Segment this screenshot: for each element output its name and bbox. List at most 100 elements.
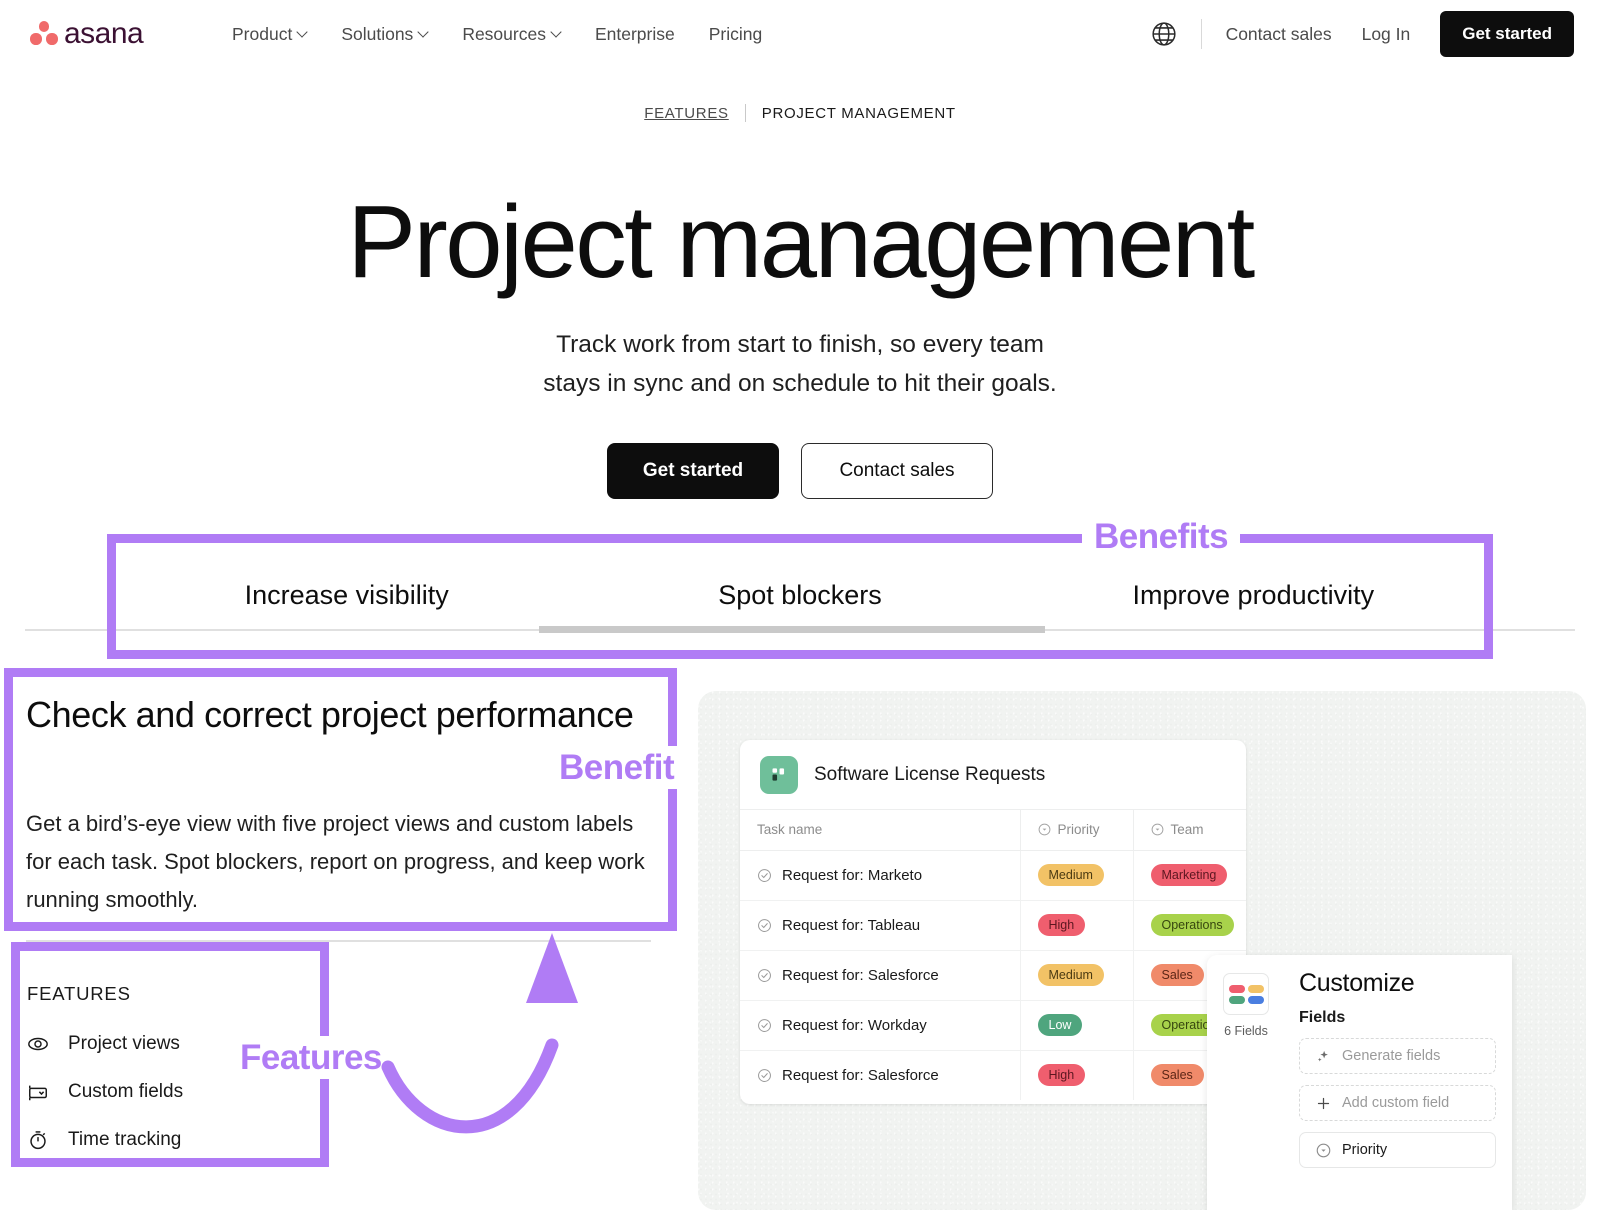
priority-badge: Medium	[1037, 864, 1104, 886]
column-label: Priority	[1057, 822, 1100, 838]
nav-item-product[interactable]: Product	[232, 24, 307, 45]
task-name: Request for: Salesforce	[782, 966, 939, 984]
feature-label: Project views	[68, 1033, 180, 1054]
table-row[interactable]: Request for: Salesforce Medium Sales	[740, 950, 1246, 1001]
nav-item-pricing-label: Pricing	[708, 23, 763, 44]
team-cell[interactable]: Marketing	[1133, 850, 1246, 901]
team-badge: Operations	[1150, 914, 1234, 936]
features-section-label: FEATURES	[27, 983, 131, 1004]
column-header-task-name[interactable]: Task name	[740, 810, 1021, 851]
priority-cell[interactable]: Low	[1020, 1000, 1134, 1051]
add-custom-field-button[interactable]: Add custom field	[1299, 1085, 1496, 1121]
task-check-icon[interactable]	[757, 868, 772, 883]
annotation-label-benefits: Benefits	[1082, 515, 1241, 558]
team-cell[interactable]: Operations	[1133, 900, 1246, 951]
priority-cell[interactable]: High	[1020, 900, 1134, 951]
sparkle-icon	[1317, 1050, 1328, 1061]
custom-field-icon	[27, 1081, 49, 1103]
plus-icon	[1317, 1097, 1330, 1109]
breadcrumb-current: PROJECT MANAGEMENT	[761, 104, 956, 122]
generate-fields-button[interactable]: Generate fields	[1299, 1038, 1496, 1074]
customize-panel: 6 Fields Customize Fields Generate field…	[1207, 955, 1512, 1210]
table-row[interactable]: Request for: Workday Low Operations	[740, 1000, 1246, 1051]
top-navigation-bar: asana Product Solutions Resources Enterp…	[0, 0, 1600, 68]
feature-label: Custom fields	[68, 1081, 184, 1102]
field-color-chip	[1228, 984, 1245, 993]
fields-grid-icon[interactable]	[1223, 973, 1269, 1015]
asana-logo-dots-icon	[30, 21, 58, 47]
tasks-table-header: Task name Priority Team	[740, 810, 1246, 851]
generate-fields-label: Generate fields	[1342, 1048, 1441, 1064]
priority-field-row[interactable]: Priority	[1299, 1132, 1496, 1168]
dropdown-circle-icon	[1151, 823, 1163, 836]
benefit-description: Get a bird’s-eye view with five project …	[26, 811, 645, 912]
task-check-icon[interactable]	[757, 1068, 772, 1083]
task-name: Request for: Tableau	[782, 916, 921, 934]
contact-sales-link[interactable]: Contact sales	[1226, 24, 1332, 45]
chevron-down-icon	[419, 28, 428, 37]
priority-cell[interactable]: Medium	[1020, 850, 1134, 901]
asana-project-icon	[760, 755, 798, 794]
tab-spot-blockers[interactable]: Spot blockers	[573, 560, 1026, 630]
nav-item-enterprise-label: Enterprise	[594, 23, 675, 44]
asana-logo[interactable]: asana	[30, 19, 180, 49]
field-color-chip	[1228, 995, 1245, 1004]
nav-right-actions: Contact sales Log In Get started	[1151, 11, 1574, 57]
page-subtitle-line-2: stays in sync and on schedule to hit the…	[543, 370, 1057, 398]
feature-item-time-tracking[interactable]: Time tracking	[27, 1116, 327, 1164]
dropdown-circle-icon	[1038, 823, 1050, 836]
feature-label: Time tracking	[68, 1129, 182, 1150]
tasks-table: Task name Priority Team Request for: Mar…	[740, 810, 1246, 1100]
task-name-cell[interactable]: Request for: Workday	[740, 1000, 1021, 1051]
team-badge: Sales	[1150, 1064, 1204, 1087]
breadcrumb: FEATURES PROJECT MANAGEMENT	[0, 104, 1600, 122]
task-name-cell[interactable]: Request for: Marketo	[740, 850, 1021, 901]
log-in-link[interactable]: Log In	[1362, 24, 1411, 45]
priority-badge: High	[1037, 914, 1086, 936]
customize-title: Customize	[1299, 969, 1415, 997]
task-check-icon[interactable]	[757, 1018, 772, 1033]
tab-improve-productivity[interactable]: Improve productivity	[1027, 560, 1480, 630]
task-check-icon[interactable]	[757, 918, 772, 933]
page-root: asana Product Solutions Resources Enterp…	[0, 0, 1600, 1210]
field-color-chip	[1247, 984, 1264, 993]
hero-cta-group: Get started Contact sales	[0, 443, 1600, 499]
get-started-button-nav[interactable]: Get started	[1440, 11, 1574, 57]
primary-nav-links: Product Solutions Resources Enterprise P…	[232, 24, 762, 45]
eye-icon	[27, 1033, 49, 1055]
task-name-cell[interactable]: Request for: Tableau	[740, 900, 1021, 951]
table-row[interactable]: Request for: Tableau High Operations	[740, 900, 1246, 951]
nav-item-product-label: Product	[232, 23, 293, 44]
column-header-team[interactable]: Team	[1133, 810, 1246, 851]
asana-wordmark: asana	[64, 17, 144, 50]
globe-icon[interactable]	[1151, 21, 1177, 47]
priority-cell[interactable]: High	[1020, 1050, 1134, 1100]
column-header-priority[interactable]: Priority	[1020, 810, 1134, 851]
page-subtitle: Track work from start to finish, so ever…	[0, 325, 1600, 403]
nav-item-resources[interactable]: Resources	[462, 24, 561, 45]
table-row[interactable]: Request for: Marketo Medium Marketing	[740, 850, 1246, 901]
page-title: Project management	[347, 184, 1255, 299]
project-title: Software License Requests	[814, 763, 1046, 785]
priority-cell[interactable]: Medium	[1020, 950, 1134, 1001]
benefit-heading: Check and correct project performance	[26, 694, 634, 735]
get-started-button-hero[interactable]: Get started	[607, 443, 779, 499]
nav-item-pricing[interactable]: Pricing	[709, 24, 763, 45]
task-name-cell[interactable]: Request for: Salesforce	[740, 950, 1021, 1001]
column-label: Team	[1170, 822, 1204, 838]
contact-sales-button-hero[interactable]: Contact sales	[801, 443, 993, 499]
task-check-icon[interactable]	[757, 968, 772, 983]
table-header-row: Task name Priority Team	[740, 810, 1246, 851]
task-name-cell[interactable]: Request for: Salesforce	[740, 1050, 1021, 1100]
nav-item-enterprise[interactable]: Enterprise	[595, 24, 675, 45]
task-name: Request for: Salesforce	[782, 1066, 939, 1084]
breadcrumb-features-link[interactable]: FEATURES	[644, 105, 729, 122]
breadcrumb-separator	[744, 104, 746, 122]
project-header: Software License Requests	[740, 740, 1246, 810]
table-row[interactable]: Request for: Salesforce High Sales	[740, 1050, 1246, 1100]
tab-increase-visibility[interactable]: Increase visibility	[120, 560, 573, 630]
field-color-chip	[1247, 995, 1264, 1004]
nav-item-solutions[interactable]: Solutions	[341, 24, 428, 45]
annotation-arrow-icon	[381, 933, 578, 1134]
annotation-label-features: Features	[230, 1036, 392, 1079]
